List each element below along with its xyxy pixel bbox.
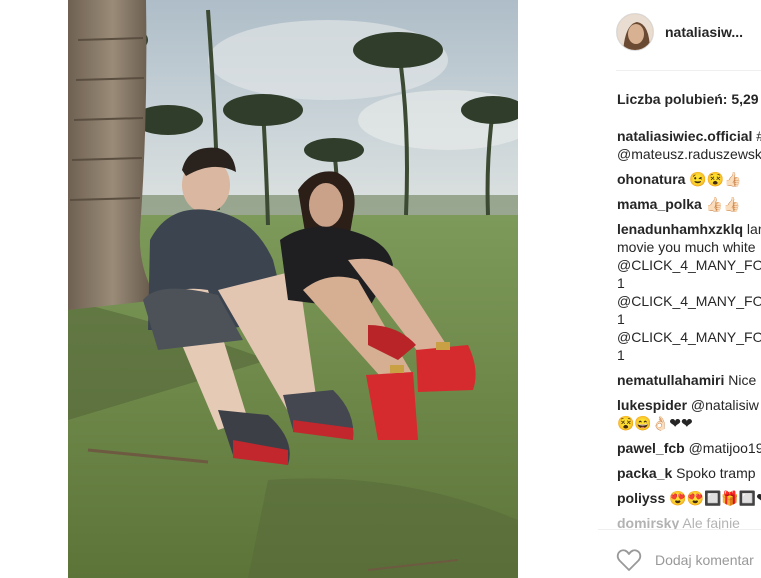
- comment-list: nataliasiwiec.official # @mateusz.radusz…: [617, 127, 761, 539]
- comment-item: nataliasiwiec.official # @mateusz.radusz…: [617, 127, 761, 163]
- photo-illustration: [68, 0, 518, 578]
- comment-line: 1: [617, 311, 625, 327]
- comment-item: pawel_fcb @matijoo19: [617, 439, 761, 457]
- avatar-image: [617, 14, 653, 50]
- post-sidebar: nataliasiw... Liczba polubień: 5,29 nata…: [598, 0, 761, 578]
- comment-text: #: [752, 128, 761, 144]
- comment-text: 😉😵👍🏻: [685, 171, 742, 187]
- instagram-post-view: nataliasiw... Liczba polubień: 5,29 nata…: [0, 0, 761, 578]
- comment-line: 1: [617, 347, 625, 363]
- comment-username[interactable]: poliyss: [617, 490, 665, 506]
- comment-text: lar: [743, 221, 761, 237]
- comment-text: Spoko tramp: [672, 465, 756, 481]
- comment-mention[interactable]: @mateusz.raduszewsk: [617, 145, 761, 163]
- comment-mention[interactable]: @CLICK_4_MANY_FO: [617, 256, 761, 274]
- comment-item: poliyss 😍😍🔲🎁🔲❤: [617, 489, 761, 507]
- comment-item: lukespider @natalisiw 😵😄👌🏻❤❤: [617, 396, 761, 432]
- add-comment-input[interactable]: Dodaj komentar: [655, 552, 754, 568]
- comment-username[interactable]: mama_polka: [617, 196, 702, 212]
- post-author-username[interactable]: nataliasiw...: [665, 24, 743, 40]
- comment-item: lenadunhamhxzklq lar movie you much whit…: [617, 220, 761, 364]
- comment-text: Nice: [724, 372, 757, 388]
- comment-mention[interactable]: @CLICK_4_MANY_FO: [617, 292, 761, 310]
- comment-line: movie you much white: [617, 239, 756, 255]
- comment-text[interactable]: @natalisiw: [687, 397, 759, 413]
- likes-count[interactable]: Liczba polubień: 5,29: [617, 91, 759, 107]
- comment-composer: Dodaj komentar: [598, 529, 761, 578]
- comment-username[interactable]: lenadunhamhxzklq: [617, 221, 743, 237]
- comment-item: ohonatura 😉😵👍🏻: [617, 170, 761, 188]
- comment-username[interactable]: ohonatura: [617, 171, 685, 187]
- comment-text: 😍😍🔲🎁🔲❤: [665, 490, 761, 506]
- comment-mention[interactable]: @CLICK_4_MANY_FO: [617, 328, 761, 346]
- comment-username[interactable]: lukespider: [617, 397, 687, 413]
- comment-item: nematullahamiri Nice: [617, 371, 761, 389]
- comment-username[interactable]: nataliasiwiec.official: [617, 128, 752, 144]
- comment-username[interactable]: nematullahamiri: [617, 372, 724, 388]
- heart-outline-icon[interactable]: [616, 548, 642, 572]
- post-header: nataliasiw...: [616, 12, 743, 52]
- comment-username[interactable]: pawel_fcb: [617, 440, 685, 456]
- comment-item: mama_polka 👍🏻👍🏻: [617, 195, 761, 213]
- comment-text: 👍🏻👍🏻: [701, 196, 741, 212]
- comment-item: packa_k Spoko tramp: [617, 464, 761, 482]
- avatar[interactable]: [616, 13, 654, 51]
- comment-line: 😵😄👌🏻❤❤: [617, 415, 693, 431]
- comment-username[interactable]: packa_k: [617, 465, 672, 481]
- comment-line: 1: [617, 275, 625, 291]
- post-photo[interactable]: [68, 0, 518, 578]
- header-divider: [616, 70, 761, 71]
- comment-text[interactable]: @matijoo19: [685, 440, 761, 456]
